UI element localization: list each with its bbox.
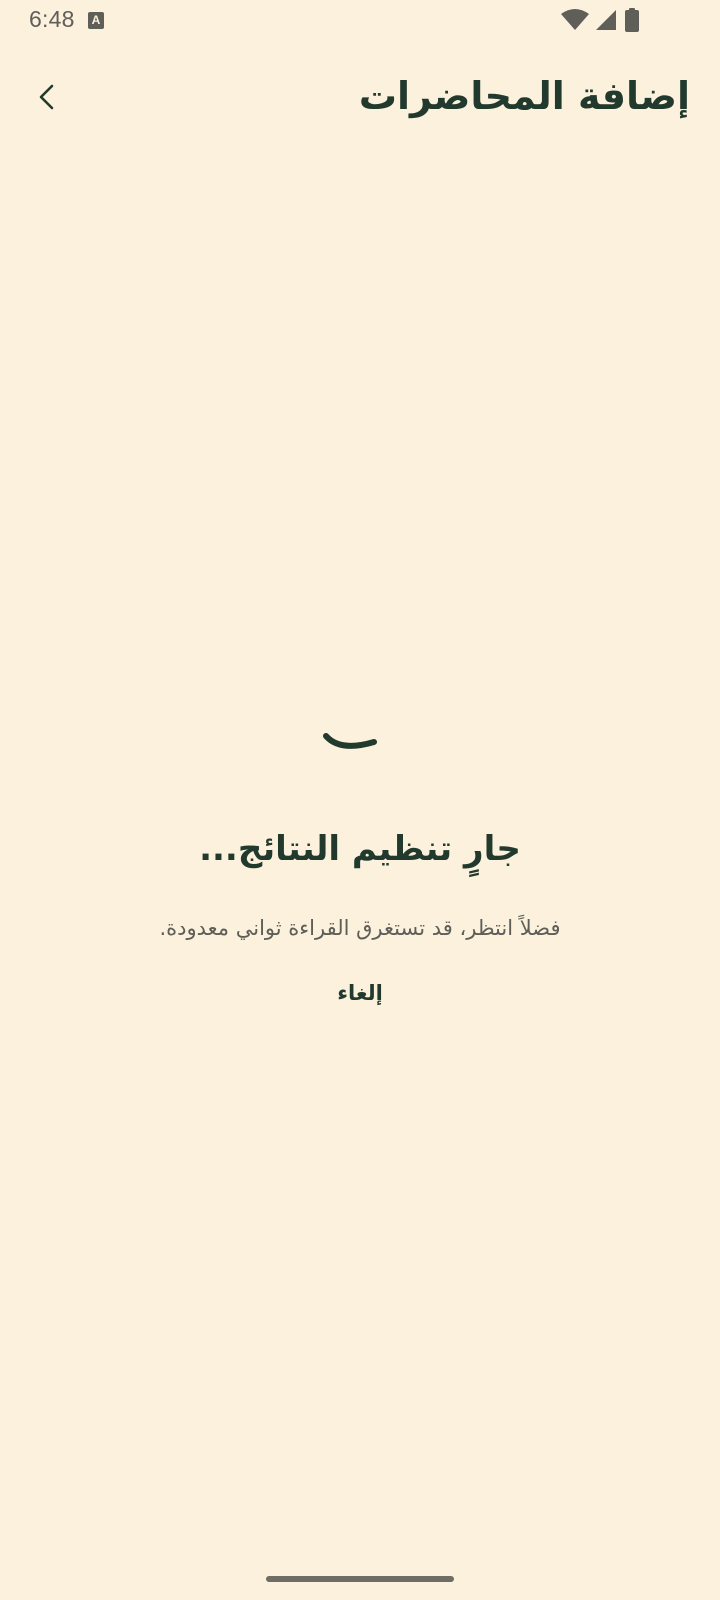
progress-spinner-icon — [323, 733, 377, 749]
app-bar: إضافة المحاضرات — [0, 44, 720, 152]
loading-title: جارٍ تنظيم النتائج... — [199, 829, 521, 869]
cancel-button[interactable]: إلغاء — [300, 969, 420, 1017]
status-bar: 6:48 A — [0, 0, 720, 44]
home-indicator[interactable] — [266, 1576, 454, 1582]
page-title: إضافة المحاضرات — [358, 74, 690, 118]
keyboard-notification-icon: A — [88, 12, 104, 29]
loading-subtitle: فضلاً انتظر، قد تستغرق القراءة ثواني معد… — [159, 916, 561, 940]
status-icons — [560, 8, 670, 32]
chevron-left-icon — [39, 84, 54, 110]
wifi-icon — [561, 9, 589, 30]
cellular-signal-icon — [596, 10, 616, 30]
back-button[interactable] — [22, 71, 74, 123]
status-time: 6:48 — [29, 6, 75, 32]
battery-icon — [625, 8, 639, 32]
